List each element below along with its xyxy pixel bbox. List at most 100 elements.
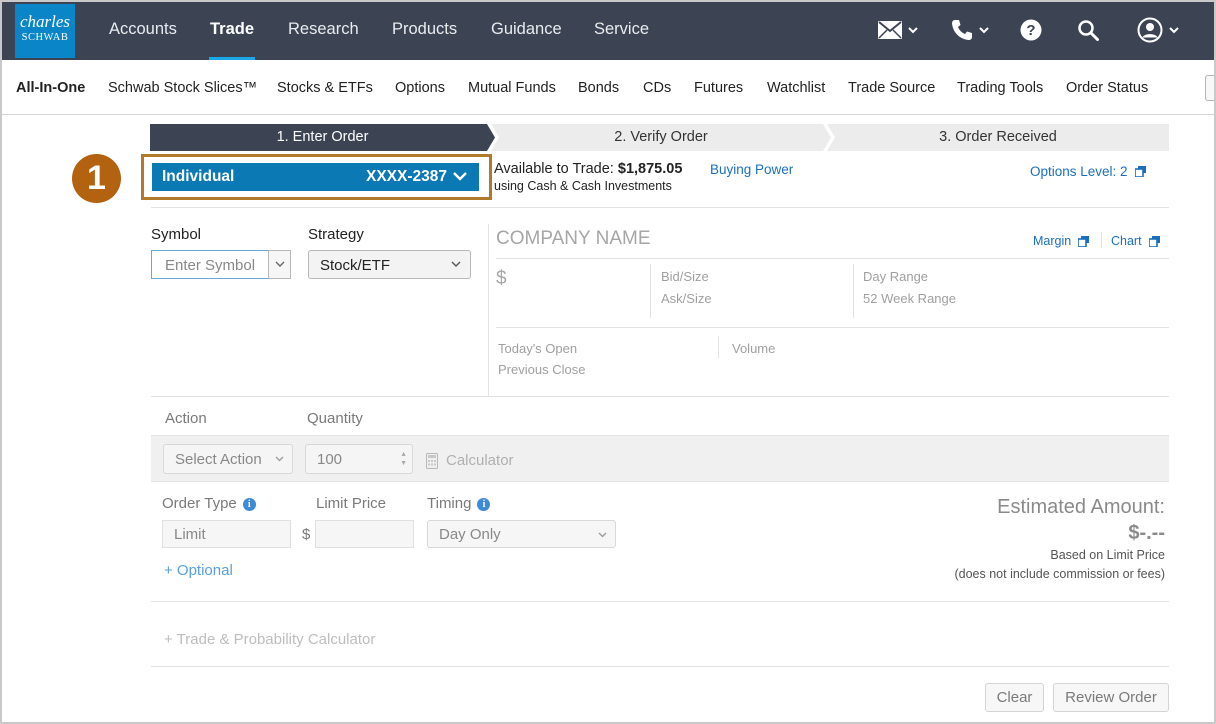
divider [496,258,1169,259]
action-select[interactable]: Select Action [163,444,293,474]
chevron-down-icon [1169,27,1179,34]
symbol-input[interactable]: Enter Symbol [151,250,268,279]
timing-label: Timing i [427,495,491,512]
chart-link[interactable]: Chart [1111,234,1160,248]
divider [718,336,719,358]
limit-price-input[interactable] [315,520,414,548]
chevron-down-icon [453,172,467,181]
margin-link[interactable]: Margin [1033,234,1090,248]
subnav-watchlist[interactable]: Watchlist [767,80,825,96]
symbol-label: Symbol [151,226,202,243]
limit-dollar-sign: $ [302,526,311,543]
subnav-stock-slices[interactable]: Schwab Stock Slices™ [108,80,257,96]
subnav-all-in-one[interactable]: All-In-One [16,80,85,96]
action-label: Action [165,410,207,427]
nav-accounts[interactable]: Accounts [109,2,177,60]
quantity-label: Quantity [307,410,363,427]
phone-icon [952,20,972,40]
trade-probability-calculator-link[interactable]: + Trade & Probability Calculator [164,631,375,648]
nav-service[interactable]: Service [594,2,649,60]
action-value: Select Action [175,451,262,468]
strategy-select[interactable]: Stock/ETF [308,250,471,279]
subnav-cds[interactable]: CDs [643,80,671,96]
search-icon [1078,20,1099,41]
popup-icon [1078,235,1090,247]
subnav-options[interactable]: Options [395,80,445,96]
search-button[interactable] [1077,16,1099,44]
nav-guidance[interactable]: Guidance [491,2,562,60]
divider [650,264,651,318]
subnav-mutual-funds[interactable]: Mutual Funds [468,80,556,96]
subnav-trade-source[interactable]: Trade Source [848,80,935,96]
calculator-icon [426,452,438,469]
info-icon[interactable]: i [242,498,256,511]
link-separator [1101,232,1102,248]
nav-trade[interactable]: Trade [208,2,256,60]
order-progress: 1. Enter Order 2. Verify Order 3. Order … [150,124,1169,151]
action-bar [151,435,1169,482]
available-subtext: using Cash & Cash Investments [494,179,672,193]
timing-value: Day Only [439,526,501,543]
subnav-trading-tools[interactable]: Trading Tools [957,80,1043,96]
account-selector[interactable]: Individual XXXX-2387 [152,163,479,191]
nav-products[interactable]: Products [392,2,457,60]
divider [496,327,1169,328]
info-icon[interactable]: i [477,498,491,511]
todays-open-label: Today's Open [498,341,578,356]
chevron-down-icon [908,27,918,34]
subnav-bonds[interactable]: Bonds [578,80,619,96]
company-name: COMPANY NAME [496,228,651,249]
divider [151,207,1169,208]
previous-close-label: Previous Close [498,362,586,377]
options-level-link[interactable]: Options Level: 2 [1030,164,1146,179]
estimated-note: Based on Limit Price [1050,548,1165,562]
margin-label: Margin [1033,234,1072,248]
chart-label: Chart [1111,234,1142,248]
trade-page: charles SCHWAB Accounts Trade Research P… [0,0,1216,724]
schwab-logo[interactable]: charles SCHWAB [15,4,75,58]
estimated-amount-label: Estimated Amount: [997,496,1165,518]
options-level-label: Options Level: 2 [1030,164,1128,179]
clear-button[interactable]: Clear [985,683,1044,712]
calculator-button[interactable]: Calculator [426,452,514,469]
step-order-received: 3. Order Received [827,124,1169,151]
account-name: Individual [162,168,235,185]
help-icon: ? [1020,19,1042,41]
review-order-button[interactable]: Review Order [1053,683,1169,712]
optional-link[interactable]: + Optional [164,562,233,579]
phone-menu-button[interactable] [951,16,989,44]
stepper-arrows-icon[interactable]: ▲ ▼ [400,450,407,468]
available-label: Available to Trade: [494,161,614,177]
available-to-trade: Available to Trade: $1,875.05 [494,161,682,177]
chevron-down-icon [979,27,989,34]
subnav-overflow-button[interactable] [1205,75,1214,101]
mail-icon [878,21,902,39]
chevron-down-icon [275,456,284,462]
chevron-down-icon [275,261,284,267]
nav-research[interactable]: Research [288,2,359,60]
limit-price-label: Limit Price [316,495,387,512]
buying-power-link[interactable]: Buying Power [710,162,793,177]
calculator-label: Calculator [446,452,514,469]
callout-number: 1 [72,154,121,203]
strategy-value: Stock/ETF [320,257,391,274]
subnav-futures[interactable]: Futures [694,80,743,96]
subnav-order-status[interactable]: Order Status [1066,80,1148,96]
logo-line-1: charles [19,12,71,31]
profile-menu-button[interactable] [1137,16,1179,44]
estimated-amount-value: $-.-- [1128,522,1165,544]
quantity-stepper[interactable]: 100 ▲ ▼ [305,444,413,474]
order-type-text: Order Type [162,495,237,512]
divider [151,396,1169,397]
subnav-stocks-etfs[interactable]: Stocks & ETFs [277,80,373,96]
order-type-select[interactable]: Limit [162,520,291,548]
help-button[interactable]: ? [1020,16,1042,44]
divider [853,264,854,318]
symbol-dropdown-button[interactable] [268,250,291,279]
mail-menu-button[interactable] [878,16,918,44]
logo-line-2: SCHWAB [21,32,69,43]
chevron-down-icon [451,261,461,267]
order-type-label: Order Type i [162,495,256,512]
estimated-disclaimer: (does not include commission or fees) [954,567,1165,581]
timing-select[interactable]: Day Only [427,520,616,548]
